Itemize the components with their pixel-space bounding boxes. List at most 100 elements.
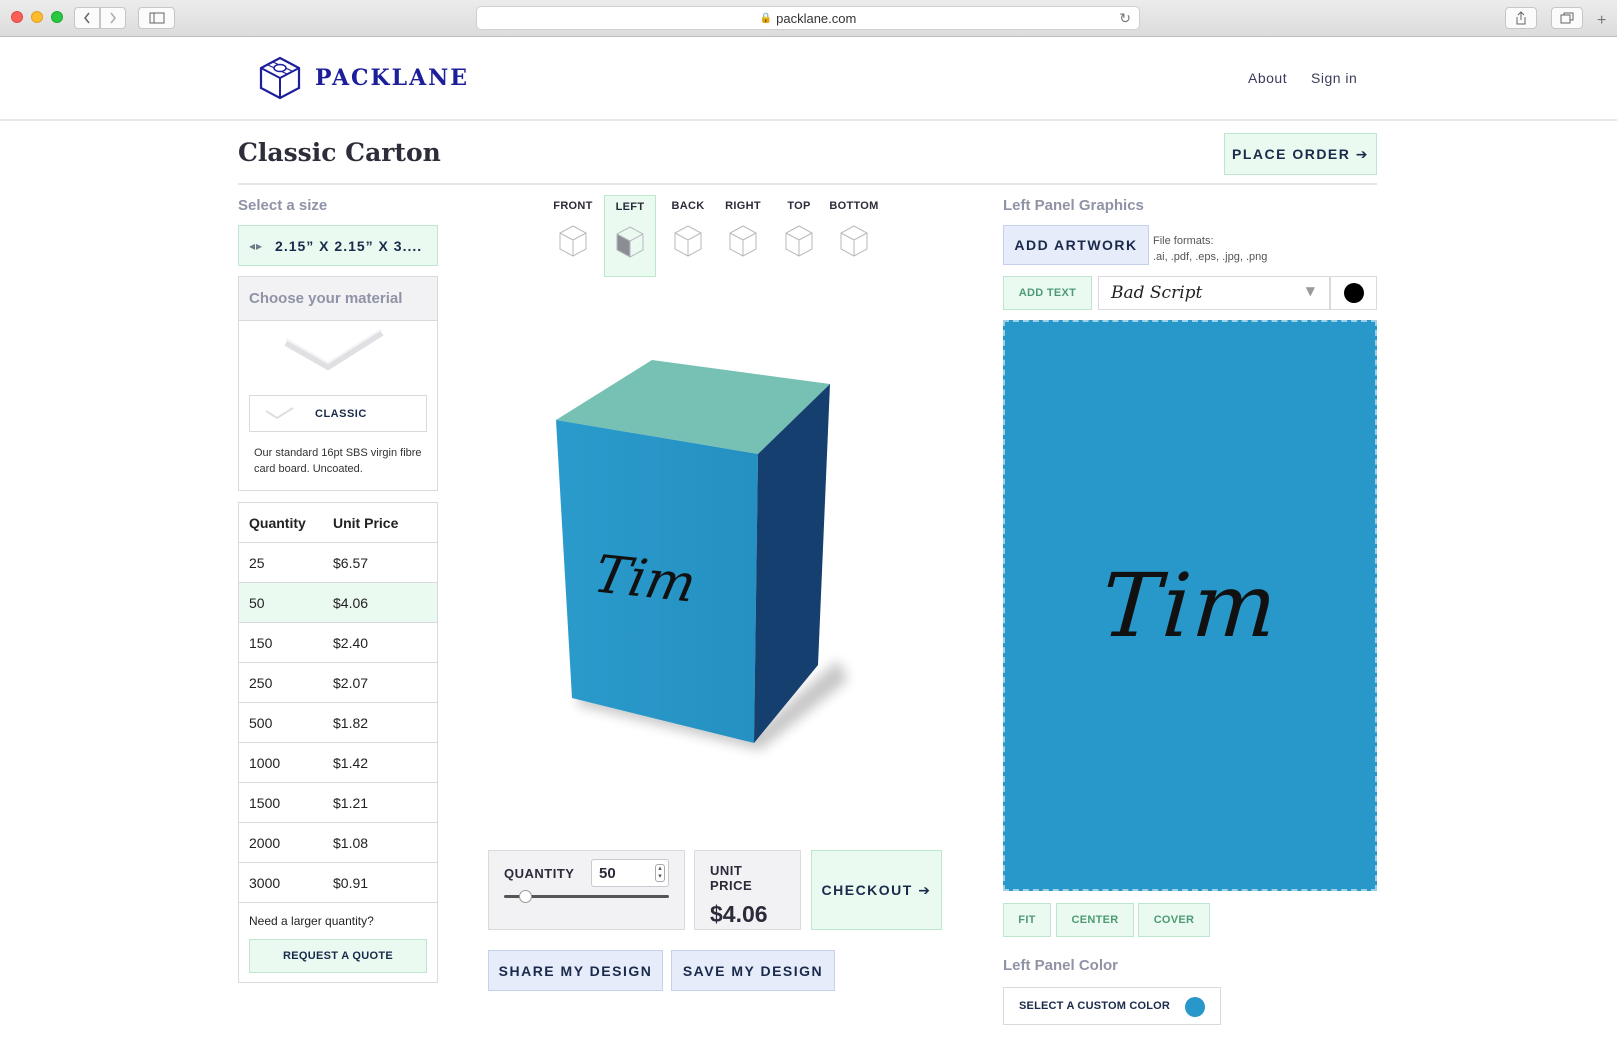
table-row[interactable]: 1000 $1.42: [239, 743, 437, 783]
brand-logo[interactable]: PACKLANE: [257, 55, 469, 101]
tab-right[interactable]: RIGHT: [717, 195, 769, 277]
table-row[interactable]: 150 $2.40: [239, 623, 437, 663]
row-quantity: 25: [249, 554, 265, 571]
table-row[interactable]: 3000 $0.91: [239, 863, 437, 903]
cube-icon: [729, 225, 757, 257]
tabs-button[interactable]: [1551, 7, 1583, 29]
share-design-button[interactable]: SHARE MY DESIGN: [488, 950, 663, 991]
row-quantity: 500: [249, 714, 273, 731]
tab-top[interactable]: TOP: [773, 195, 825, 277]
quantity-slider-thumb[interactable]: [519, 890, 533, 903]
row-quantity: 1000: [249, 754, 281, 771]
tab-bottom[interactable]: BOTTOM: [828, 195, 880, 277]
resize-arrows-icon: ◂▸: [249, 238, 264, 253]
table-row[interactable]: 250 $2.07: [239, 663, 437, 703]
quantity-panel: QUANTITY 50 ▴ ▾: [488, 850, 685, 930]
material-option-label: CLASSIC: [315, 407, 367, 420]
back-button[interactable]: [74, 7, 100, 29]
site-header: PACKLANE About Sign in: [0, 37, 1617, 121]
size-label: Select a size: [238, 197, 328, 214]
new-tab-icon[interactable]: +: [1597, 12, 1606, 30]
tab-label: BOTTOM: [829, 200, 879, 212]
sidebar-icon: [149, 12, 164, 24]
row-unit-price: $1.42: [333, 754, 369, 771]
row-unit-price: $1.21: [333, 794, 369, 811]
material-option-classic[interactable]: CLASSIC: [249, 395, 427, 432]
dropdown-caret-icon: ▼: [1305, 284, 1315, 298]
unit-price-label: UNIT PRICE: [710, 863, 753, 893]
zoom-window-button[interactable]: [51, 11, 63, 23]
material-description: Our standard 16pt SBS virgin fibre card …: [254, 447, 422, 475]
tab-front[interactable]: FRONT: [547, 195, 599, 277]
graphics-label: Left Panel Graphics: [1003, 197, 1144, 214]
cube-icon: [559, 225, 587, 257]
page-title: Classic Carton: [238, 138, 441, 167]
material-thumb-icon: [265, 406, 294, 419]
tab-label: LEFT: [615, 201, 645, 213]
tabs-icon: [1560, 12, 1574, 24]
nav-sign-in[interactable]: Sign in: [1311, 70, 1357, 86]
request-quote-button[interactable]: REQUEST A QUOTE: [249, 939, 427, 973]
sidebar-button[interactable]: [138, 7, 175, 29]
share-icon: [1516, 11, 1526, 25]
quantity-stepper[interactable]: ▴ ▾: [655, 864, 665, 882]
custom-color-label: SELECT A CUSTOM COLOR: [1019, 1000, 1171, 1012]
table-row[interactable]: 2000 $1.08: [239, 823, 437, 863]
center-button[interactable]: CENTER: [1056, 903, 1134, 937]
row-quantity: 1500: [249, 794, 281, 811]
forward-button[interactable]: [100, 7, 126, 29]
fit-button[interactable]: FIT: [1003, 903, 1051, 937]
text-toolbar: ADD TEXT Bad Script ▼: [1003, 276, 1377, 310]
tab-label: FRONT: [553, 200, 593, 212]
font-selector[interactable]: Bad Script ▼: [1098, 276, 1330, 310]
cube-icon: [674, 225, 702, 257]
add-artwork-button[interactable]: ADD ARTWORK: [1003, 225, 1149, 265]
cube-icon: [616, 226, 644, 258]
panel-color-label: Left Panel Color: [1003, 957, 1119, 974]
share-browser-button[interactable]: [1505, 7, 1537, 29]
row-unit-price: $2.07: [333, 674, 369, 691]
panel-design-canvas[interactable]: Tim: [1003, 320, 1377, 891]
text-color-swatch: [1343, 283, 1364, 303]
price-table: Quantity Unit Price 25 $6.57 50 $4.06 150 $2.…: [238, 502, 438, 983]
checkout-button[interactable]: CHECKOUT ➔: [811, 850, 942, 930]
nav-about[interactable]: About: [1248, 70, 1287, 86]
row-unit-price: $1.82: [333, 714, 369, 731]
custom-color-button[interactable]: SELECT A CUSTOM COLOR: [1003, 987, 1221, 1025]
place-order-button[interactable]: PLACE ORDER ➔: [1224, 133, 1377, 175]
quantity-value: 50: [599, 864, 616, 882]
size-selector[interactable]: ◂▸ 2.15” X 2.15” X 3....: [238, 225, 438, 266]
tab-left[interactable]: LEFT: [604, 195, 656, 277]
cover-button[interactable]: COVER: [1138, 903, 1210, 937]
add-text-button[interactable]: ADD TEXT: [1003, 276, 1092, 310]
material-preview-icon: [284, 329, 384, 371]
save-design-button[interactable]: SAVE MY DESIGN: [671, 950, 835, 991]
row-quantity: 250: [249, 674, 273, 691]
row-unit-price: $1.08: [333, 834, 369, 851]
unit-price-value: $4.06: [710, 901, 768, 927]
table-row[interactable]: 50 $4.06: [239, 583, 437, 623]
address-bar[interactable]: 🔒 packlane.com ↻: [476, 6, 1140, 30]
address-text: packlane.com: [776, 10, 857, 26]
brand-name: PACKLANE: [315, 65, 470, 91]
table-row[interactable]: 500 $1.82: [239, 703, 437, 743]
reload-icon[interactable]: ↻: [1119, 10, 1131, 27]
row-unit-price: $0.91: [333, 874, 369, 891]
tab-label: TOP: [787, 200, 811, 212]
table-row[interactable]: 1500 $1.21: [239, 783, 437, 823]
canvas-text[interactable]: Tim: [1098, 554, 1281, 657]
chevron-left-icon: [84, 12, 90, 24]
text-color-button[interactable]: [1330, 276, 1377, 310]
larger-quantity-text: Need a larger quantity?: [249, 914, 374, 928]
table-row[interactable]: 25 $6.57: [239, 543, 437, 583]
file-formats-title: File formats:: [1153, 235, 1214, 247]
row-quantity: 50: [249, 594, 265, 611]
close-window-button[interactable]: [11, 11, 23, 23]
tab-back[interactable]: BACK: [662, 195, 714, 277]
divider: [238, 183, 1377, 185]
row-quantity: 150: [249, 634, 273, 651]
box-front-text: Tim: [589, 545, 702, 614]
quantity-input[interactable]: 50 ▴ ▾: [591, 859, 669, 887]
minimize-window-button[interactable]: [31, 11, 43, 23]
material-panel: Choose your material CLASSIC Our standar…: [238, 276, 438, 491]
